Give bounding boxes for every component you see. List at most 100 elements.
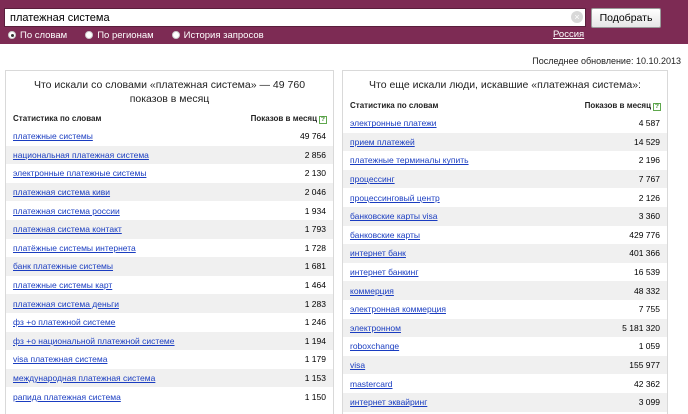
keyword-link[interactable]: процессинговый центр <box>350 193 440 203</box>
impressions-count: 5 181 320 <box>622 322 660 333</box>
table-row: банк платежные системы 1 681 <box>6 257 333 276</box>
impressions-count: 16 539 <box>634 267 660 278</box>
table-row: процессинговый центр 2 126 <box>343 188 667 207</box>
tab-label: По словам <box>20 29 68 41</box>
also-searched-panel: Что еще искали люди, искавшие «платежная… <box>342 70 668 414</box>
keyword-link[interactable]: интернет банк <box>350 248 406 258</box>
table-row: коммерция 48 332 <box>343 281 667 300</box>
related-words-panel: Что искали со словами «платежная система… <box>5 70 334 414</box>
table-row: международная платежная система 1 153 <box>6 368 333 388</box>
tab-by-words[interactable]: По словам <box>8 29 67 41</box>
keyword-link[interactable]: платежные системы <box>13 131 93 141</box>
search-bar: × Подобрать По словам По регионам Истори… <box>0 0 688 44</box>
table-row: национальная платежная система 2 856 <box>6 145 333 165</box>
tab-by-regions[interactable]: По регионам <box>85 29 154 41</box>
keyword-link[interactable]: электронные платежи <box>350 118 437 128</box>
keyword-link[interactable]: электронные платежные системы <box>13 168 146 178</box>
table-row: visa 155 977 <box>343 355 667 375</box>
keyword-link[interactable]: международная платежная система <box>13 373 155 383</box>
impressions-count: 1 246 <box>304 317 326 328</box>
help-icon[interactable]: ? <box>319 116 327 124</box>
table-row: процессинг 7 767 <box>343 169 667 189</box>
table-row: электронные платежные системы 2 130 <box>6 164 333 183</box>
keyword-link[interactable]: банк платежные системы <box>13 261 113 271</box>
table-row: интернет банк 401 366 <box>343 244 667 263</box>
keyword-link[interactable]: visa платежная система <box>13 354 107 364</box>
region-link[interactable]: Россия <box>553 29 584 40</box>
table-row: платежные системы карт 1 464 <box>6 275 333 295</box>
keyword-link[interactable]: платежная система деньги <box>13 299 119 309</box>
keyword-link[interactable]: roboxchange <box>350 341 399 351</box>
keyword-link[interactable]: платежные системы карт <box>13 280 112 290</box>
table-row: платежная система контакт 1 793 <box>6 219 333 239</box>
column-header-count: Показов в месяц? <box>251 113 327 124</box>
impressions-count: 14 529 <box>634 136 660 147</box>
impressions-count: 42 362 <box>634 378 660 389</box>
table-row: электронном 5 181 320 <box>343 318 667 338</box>
table-header: Статистика по словам Показов в месяц? <box>6 113 333 124</box>
keyword-link[interactable]: фз +о платежной системе <box>13 317 115 327</box>
table-row: электронная коммерция 7 755 <box>343 299 667 319</box>
keyword-link[interactable]: интернет банкинг <box>350 267 418 277</box>
keyword-link[interactable]: электронная коммерция <box>350 304 446 314</box>
table-row: платежная система россии 1 934 <box>6 201 333 220</box>
table-row: платежная система деньги 1 283 <box>6 294 333 313</box>
table-row: фз +о национальной платежной системе 1 19… <box>6 331 333 351</box>
tab-label: По регионам <box>97 29 154 41</box>
keyword-link[interactable]: платёжные системы интернета <box>13 243 136 253</box>
radio-icon[interactable] <box>171 31 180 39</box>
impressions-count: 155 977 <box>629 360 660 371</box>
impressions-count: 7 767 <box>638 174 660 185</box>
keyword-link[interactable]: банковские карты visa <box>350 211 438 221</box>
panel-title: Что еще искали люди, искавшие «платежная… <box>369 79 641 91</box>
keyword-link[interactable]: платежная система россии <box>13 206 120 216</box>
keyword-link[interactable]: электронном <box>350 323 401 333</box>
keyword-link[interactable]: visa <box>350 360 365 370</box>
keyword-link[interactable]: интернет эквайринг <box>350 397 427 407</box>
impressions-count: 1 153 <box>304 373 326 384</box>
table-body: платежные системы 49 764 национальная плат… <box>6 127 333 406</box>
impressions-count: 3 360 <box>638 211 660 222</box>
impressions-count: 2 130 <box>304 168 326 179</box>
radio-icon[interactable] <box>85 31 94 39</box>
keyword-link[interactable]: mastercard <box>350 379 393 389</box>
last-update-text: Последнее обновление: 10.10.2013 <box>532 56 681 66</box>
panel-title: Что искали со словами «платежная система… <box>33 79 306 105</box>
table-row: visa платежная система 1 179 <box>6 350 333 369</box>
radio-selected-icon[interactable] <box>8 31 16 39</box>
keyword-link[interactable]: банковские карты <box>350 230 420 240</box>
impressions-count: 2 126 <box>638 192 660 203</box>
table-row: электронные платежи 4 587 <box>343 114 667 133</box>
impressions-count: 1 464 <box>304 280 326 291</box>
clear-icon[interactable]: × <box>571 11 583 23</box>
impressions-count: 48 332 <box>634 285 660 296</box>
search-input[interactable] <box>4 8 586 27</box>
keyword-link[interactable]: коммерция <box>350 286 394 296</box>
column-header-phrase: Статистика по словам <box>13 114 102 123</box>
impressions-count: 1 793 <box>304 224 326 235</box>
column-header-phrase: Статистика по словам <box>350 101 439 110</box>
table-body: электронные платежи 4 587 прием платежей 14… <box>343 114 667 412</box>
help-icon[interactable]: ? <box>653 103 661 111</box>
keyword-link[interactable]: платежная система киви <box>13 187 110 197</box>
table-row: roboxchange 1 059 <box>343 337 667 356</box>
keyword-link[interactable]: рапида платежная система <box>13 392 121 402</box>
keyword-link[interactable]: национальная платежная система <box>13 150 149 160</box>
impressions-count: 1 283 <box>304 298 326 309</box>
keyword-link[interactable]: прием платежей <box>350 137 415 147</box>
table-row: банковские карты 429 776 <box>343 225 667 245</box>
impressions-count: 7 755 <box>638 304 660 315</box>
keyword-link[interactable]: фз +о национальной платежной системе <box>13 336 175 346</box>
keyword-link[interactable]: платежные терминалы купить <box>350 155 469 165</box>
column-header-count: Показов в месяц? <box>585 100 661 111</box>
keyword-link[interactable]: процессинг <box>350 174 395 184</box>
mode-tabs: По словам По регионам История запросов <box>8 29 282 41</box>
table-row: платёжные системы интернета 1 728 <box>6 238 333 258</box>
impressions-count: 49 764 <box>300 131 326 142</box>
submit-button[interactable]: Подобрать <box>591 8 661 28</box>
keyword-link[interactable]: платежная система контакт <box>13 224 122 234</box>
table-row: интернет эквайринг 3 099 <box>343 392 667 412</box>
tab-query-history[interactable]: История запросов <box>171 29 264 41</box>
impressions-count: 1 150 <box>304 391 326 402</box>
table-row: фз +о платежной системе 1 246 <box>6 312 333 332</box>
